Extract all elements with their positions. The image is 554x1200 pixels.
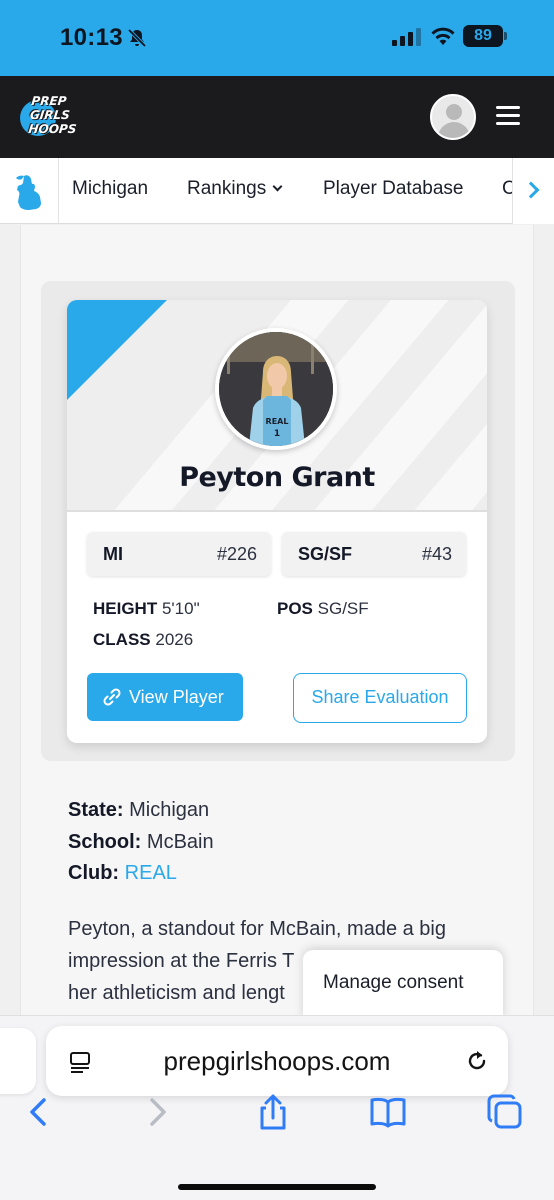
state-detail-label: State: bbox=[68, 799, 124, 821]
state-rank-badge: MI #226 bbox=[87, 532, 271, 576]
manage-consent-label: Manage consent bbox=[323, 972, 464, 993]
banner-corner-accent bbox=[67, 300, 167, 400]
share-evaluation-button[interactable]: Share Evaluation bbox=[293, 673, 467, 723]
school-detail-value: McBain bbox=[146, 831, 214, 853]
hamburger-menu-icon[interactable] bbox=[496, 106, 520, 126]
avatar-head bbox=[446, 104, 462, 120]
player-name: Peyton Grant bbox=[179, 462, 375, 493]
nav-item-rankings[interactable]: Rankings bbox=[187, 178, 283, 200]
previous-tab-preview[interactable] bbox=[0, 1028, 36, 1094]
status-time: 10:13 bbox=[60, 24, 123, 51]
state-rank-value: #226 bbox=[216, 544, 257, 564]
school-detail-label: School: bbox=[68, 831, 142, 853]
club-link[interactable]: REAL bbox=[125, 862, 177, 884]
nav-item-player-database[interactable]: Player Database bbox=[323, 178, 463, 200]
chevron-down-icon bbox=[272, 181, 283, 192]
nav-item-michigan[interactable]: Michigan bbox=[72, 178, 148, 200]
player-photo-image: REAL 1 bbox=[219, 332, 333, 446]
wifi-icon bbox=[431, 27, 455, 45]
site-header: PREP GIRLS HOOPS bbox=[0, 76, 554, 158]
height-stat: HEIGHT 5'10" bbox=[93, 599, 200, 619]
pos-stat: POS SG/SF bbox=[277, 599, 369, 619]
home-indicator bbox=[178, 1184, 376, 1190]
club-detail: Club: REAL bbox=[68, 862, 177, 885]
class-label: CLASS bbox=[93, 630, 151, 649]
player-card: REAL 1 Peyton Grant MI #226 SG/SF #43 HE… bbox=[67, 300, 487, 743]
club-detail-label: Club: bbox=[68, 862, 120, 884]
avatar-body bbox=[438, 122, 470, 138]
state-detail: State: Michigan bbox=[68, 799, 209, 822]
position-rank-value: #43 bbox=[421, 544, 452, 564]
tabs-icon[interactable] bbox=[485, 1092, 525, 1132]
player-card-banner: REAL 1 Peyton Grant bbox=[67, 300, 487, 512]
state-rank-label: MI bbox=[103, 544, 123, 564]
back-icon[interactable] bbox=[18, 1092, 58, 1132]
chevron-right-icon bbox=[522, 181, 540, 199]
prep-girls-hoops-logo[interactable]: PREP GIRLS HOOPS bbox=[20, 94, 98, 140]
player-photo: REAL 1 bbox=[215, 328, 337, 450]
nav-item-rankings-label: Rankings bbox=[187, 178, 267, 199]
height-value: 5'10" bbox=[161, 599, 200, 618]
michigan-map-icon[interactable] bbox=[12, 172, 46, 212]
article-line: Peyton, a standout for McBain, made a bi… bbox=[68, 918, 446, 940]
page-content: REAL 1 Peyton Grant MI #226 SG/SF #43 HE… bbox=[20, 225, 534, 1015]
view-player-label: View Player bbox=[129, 687, 224, 707]
logo-text: PREP GIRLS HOOPS bbox=[27, 94, 78, 136]
view-player-button[interactable]: View Player bbox=[87, 673, 243, 721]
avatar-icon[interactable] bbox=[430, 94, 476, 140]
svg-text:REAL: REAL bbox=[266, 417, 289, 426]
share-icon[interactable] bbox=[253, 1092, 293, 1132]
height-label: HEIGHT bbox=[93, 599, 158, 618]
nav-divider bbox=[58, 158, 59, 224]
class-stat: CLASS 2026 bbox=[93, 630, 193, 650]
link-icon bbox=[103, 688, 121, 706]
status-bar: 10:13 89 bbox=[0, 0, 554, 76]
battery-tip bbox=[504, 32, 507, 40]
main-nav: Michigan Rankings Player Database C bbox=[0, 158, 554, 224]
url-text[interactable]: prepgirlshoops.com bbox=[46, 1046, 508, 1077]
class-value: 2026 bbox=[155, 630, 194, 649]
pos-value: SG/SF bbox=[317, 599, 369, 618]
bookmarks-icon[interactable] bbox=[368, 1092, 408, 1132]
position-rank-badge: SG/SF #43 bbox=[282, 532, 466, 576]
manage-consent-button[interactable]: Manage consent bbox=[303, 950, 503, 1020]
pos-label: POS bbox=[277, 599, 313, 618]
cellular-signal-icon bbox=[392, 28, 421, 46]
school-detail: School: McBain bbox=[68, 831, 214, 854]
address-bar[interactable]: prepgirlshoops.com bbox=[46, 1026, 508, 1096]
svg-text:1: 1 bbox=[274, 429, 280, 439]
position-rank-label: SG/SF bbox=[298, 544, 353, 564]
reload-icon[interactable] bbox=[464, 1048, 490, 1074]
state-detail-value: Michigan bbox=[129, 799, 210, 821]
battery-level: 89 bbox=[463, 25, 503, 47]
nav-scroll-right-button[interactable] bbox=[512, 158, 554, 224]
forward-icon[interactable] bbox=[138, 1092, 178, 1132]
silent-bell-icon bbox=[127, 28, 147, 48]
